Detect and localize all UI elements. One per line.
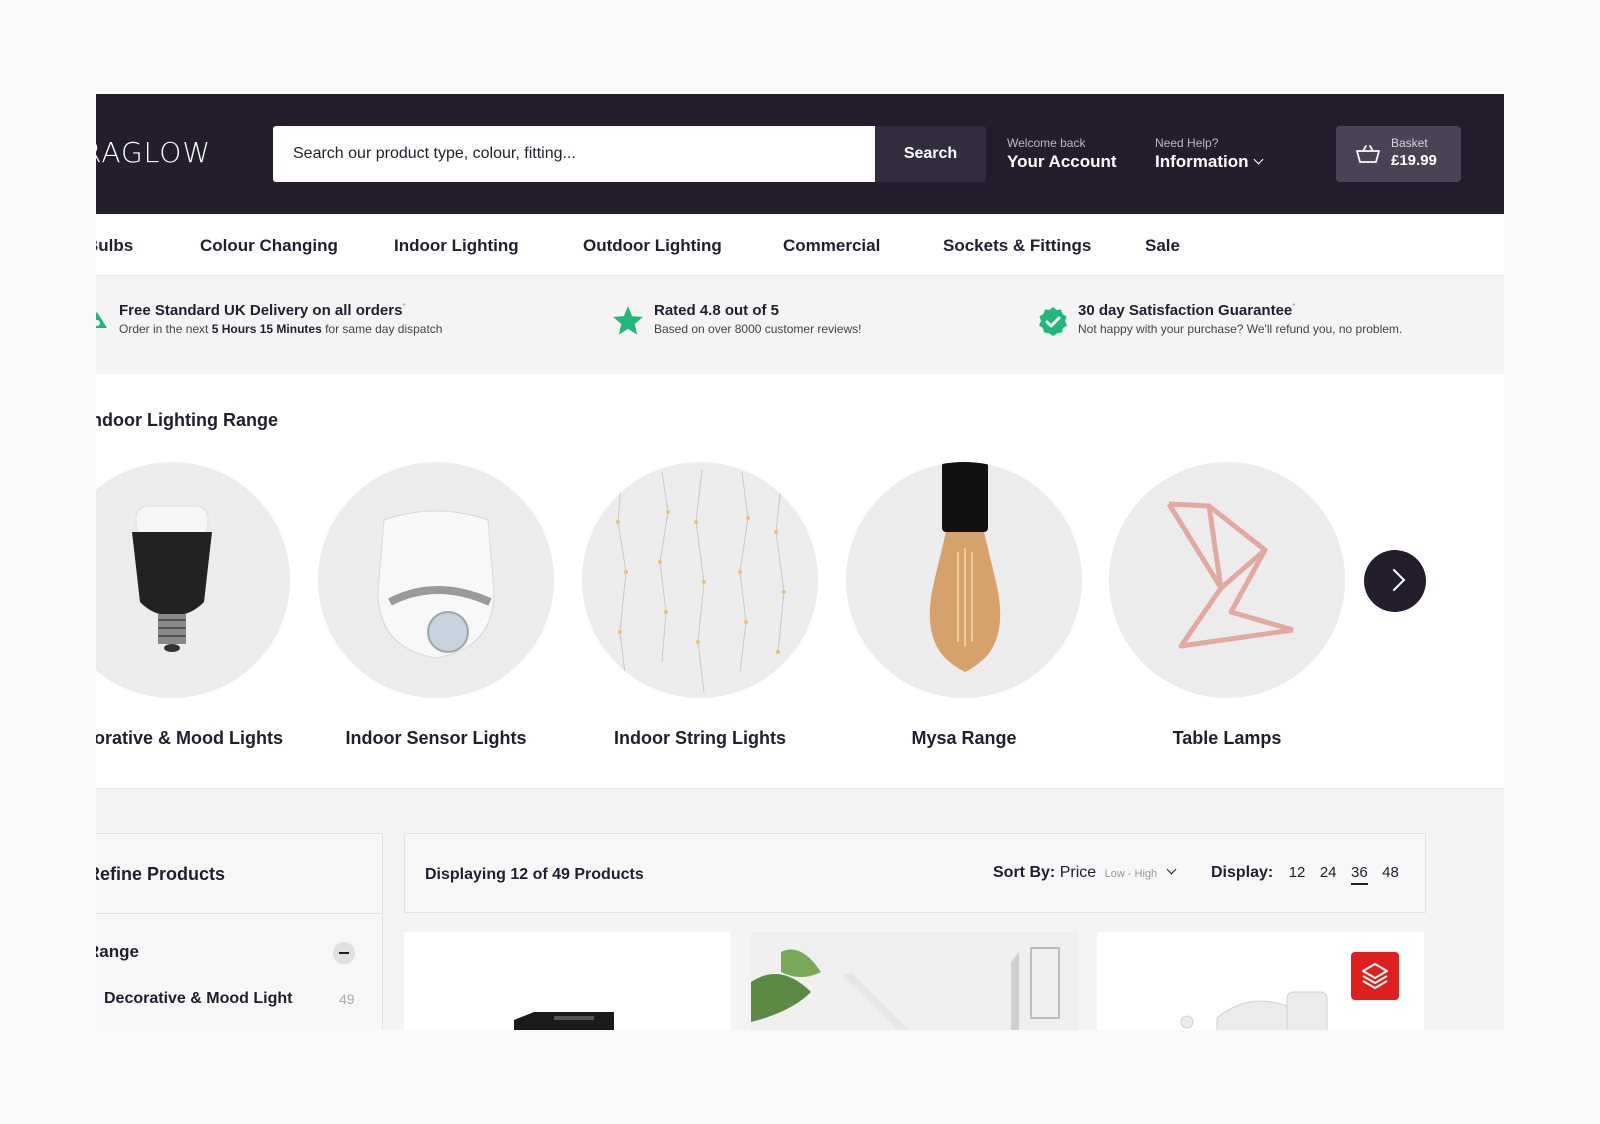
refine-option-count: 49 (339, 991, 355, 1007)
site-header: RAGLOW Search Welcome back Your Account … (96, 94, 1504, 214)
help-label: Information (1155, 150, 1263, 174)
product-card[interactable] (751, 932, 1078, 1030)
basket-icon (1356, 145, 1380, 163)
category-image (846, 462, 1082, 698)
delivery-sub-post: for same day dispatch (321, 322, 443, 336)
nav-item-colour-changing[interactable]: Colour Changing (200, 236, 338, 256)
filament-bulb-image (929, 462, 1001, 672)
product-card[interactable] (404, 932, 731, 1030)
category-label: Indoor String Lights (614, 728, 786, 748)
help-label-text: Information (1155, 152, 1249, 171)
display-label: Display: (1211, 864, 1274, 881)
star-icon (613, 306, 643, 335)
nav-item-sockets-fittings[interactable]: Sockets & Fittings (943, 236, 1091, 256)
carousel-next-button[interactable] (1364, 550, 1426, 612)
main-nav: Bulbs Colour Changing Indoor Lighting Ou… (96, 214, 1504, 276)
category-label: Table Lamps (1172, 728, 1282, 748)
results-count: Displaying 12 of 49 Products (425, 866, 644, 883)
help-link[interactable]: Need Help? Information (1155, 136, 1263, 174)
help-caption: Need Help? (1155, 136, 1219, 150)
string-lights-image (616, 469, 786, 693)
chevron-right-icon (1382, 568, 1406, 592)
collapse-toggle[interactable] (333, 942, 355, 964)
display-option-12[interactable]: 12 (1289, 864, 1306, 881)
layers-badge (1351, 952, 1399, 1000)
benefit-subtitle: Order in the next 5 Hours 15 Minutes for… (119, 322, 442, 336)
nav-item-outdoor-lighting[interactable]: Outdoor Lighting (583, 236, 722, 256)
benefit-title: Free Standard UK Delivery on all orders* (119, 302, 406, 319)
display-option-36[interactable]: 36 (1350, 864, 1368, 885)
category-card-string-lights[interactable]: Indoor String Lights (582, 462, 818, 749)
chevron-down-icon (1253, 154, 1263, 165)
search-input[interactable] (273, 126, 875, 182)
sort-dropdown[interactable]: Sort By: Price Low - High (993, 864, 1177, 882)
category-card-mysa[interactable]: Mysa Range (846, 462, 1082, 749)
basket-caption: Basket (1391, 136, 1428, 150)
delivery-title: Free Standard UK Delivery on all orders (119, 302, 403, 319)
nav-item-indoor-lighting[interactable]: Indoor Lighting (394, 236, 519, 256)
category-card-sensor[interactable]: Indoor Sensor Lights (318, 462, 554, 749)
category-image (96, 462, 290, 698)
refine-section-title: Range (96, 942, 139, 961)
basket-button[interactable]: Basket £19.99 (1336, 126, 1461, 182)
refine-option[interactable]: Decorative & Mood Light (104, 990, 292, 1008)
refine-panel: Refine Products Range Decorative & Mood … (96, 833, 383, 1030)
guarantee-sub: Not happy with your purchase? We'll refu… (1078, 322, 1403, 336)
account-label: Your Account (1007, 152, 1117, 171)
search-box (273, 126, 875, 182)
category-image (582, 462, 818, 698)
logo-text: RAGLOW (96, 136, 212, 169)
rating-sub: Based on over 8000 customer reviews! (654, 322, 862, 336)
guarantee-title: 30 day Satisfaction Guarantee* (1078, 302, 1296, 319)
results-toolbar: Displaying 12 of 49 Products Sort By: Pr… (404, 833, 1426, 913)
refine-title: Refine Products (96, 834, 382, 914)
chevron-down-icon (1166, 864, 1177, 875)
category-card-decorative[interactable]: Decorative & Mood Lights (96, 462, 290, 749)
table-lamp-image (1166, 501, 1294, 649)
guarantee-title-text: 30 day Satisfaction Guarantee (1078, 302, 1293, 319)
site-logo[interactable]: RAGLOW (96, 136, 211, 169)
nav-item-bulbs[interactable]: Bulbs (96, 236, 133, 256)
category-label: Mysa Range (911, 728, 1017, 748)
category-image (318, 462, 554, 698)
basket-amount: £19.99 (1391, 152, 1437, 169)
display-option-24[interactable]: 24 (1320, 864, 1337, 881)
sensor-light-image (377, 510, 495, 659)
sort-value: Price (1059, 864, 1097, 881)
category-image (1109, 462, 1345, 698)
category-card-table-lamps[interactable]: Table Lamps (1109, 462, 1345, 749)
sort-range: Low - High (1104, 868, 1158, 880)
product-image (751, 932, 1078, 1030)
delivery-sub-pre: Order in the next (119, 322, 212, 336)
delivery-icon (96, 312, 107, 328)
sort-label: Sort By: (993, 864, 1056, 881)
minus-icon (339, 952, 349, 954)
category-label: Decorative & Mood Lights (96, 728, 284, 748)
search-button[interactable]: Search (875, 126, 986, 182)
page-frame: RAGLOW Search Welcome back Your Account … (96, 94, 1504, 1030)
rating-title: Rated 4.8 out of 5 (654, 302, 780, 319)
benefits-bar: Free Standard UK Delivery on all orders*… (96, 276, 1504, 374)
benefit-delivery: Free Standard UK Delivery on all orders*… (119, 302, 442, 336)
smart-bulb-image (132, 505, 212, 652)
layers-icon (1362, 963, 1388, 989)
range-title: Indoor Lighting Range (96, 410, 278, 430)
product-card[interactable] (1097, 932, 1424, 1030)
display-options: Display: 12 24 36 48 (1211, 864, 1404, 885)
account-greeting: Welcome back (1007, 136, 1086, 150)
product-image (514, 1012, 614, 1030)
benefit-rating: Rated 4.8 out of 5 Based on over 8000 cu… (654, 302, 861, 336)
category-label: Indoor Sensor Lights (345, 728, 527, 748)
check-badge-icon (1039, 307, 1067, 336)
nav-item-commercial[interactable]: Commercial (783, 236, 880, 256)
account-link[interactable]: Welcome back Your Account (1007, 136, 1117, 174)
nav-item-sale[interactable]: Sale (1145, 236, 1180, 256)
display-option-48[interactable]: 48 (1382, 864, 1399, 881)
benefit-guarantee: 30 day Satisfaction Guarantee* Not happy… (1078, 302, 1402, 336)
delivery-countdown: 5 Hours 15 Minutes (211, 322, 322, 336)
